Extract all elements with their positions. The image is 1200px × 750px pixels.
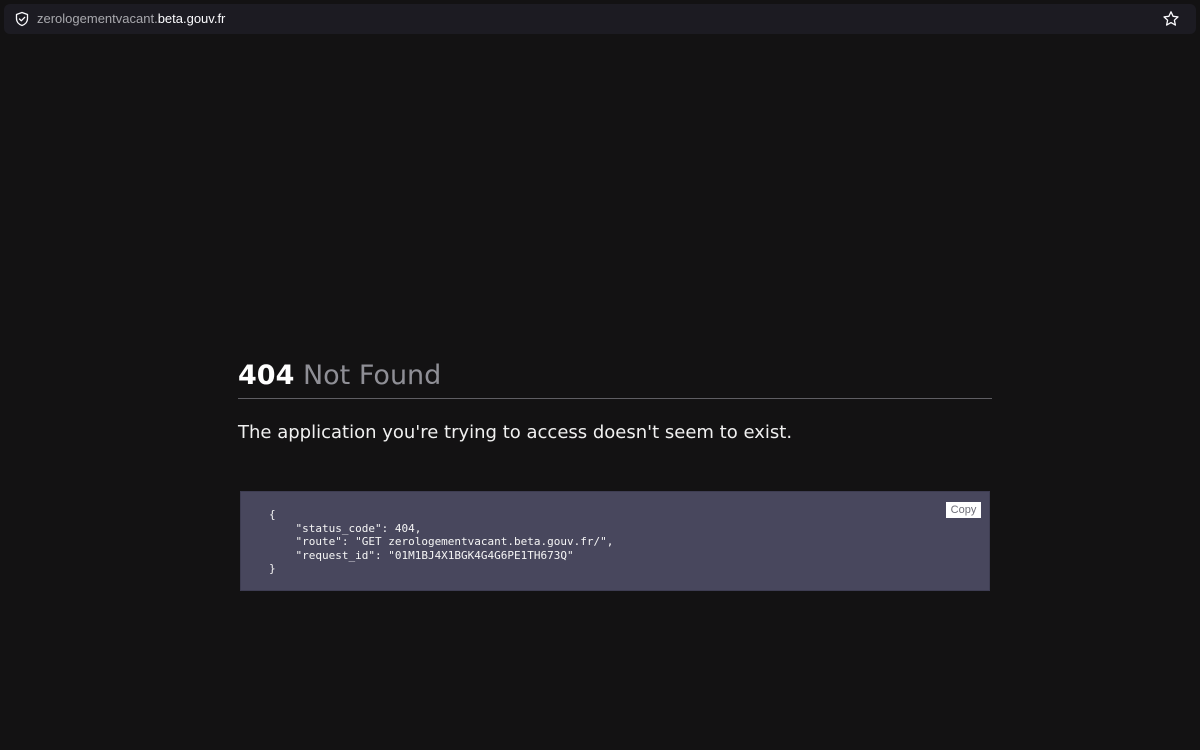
address-bar[interactable]: zerologementvacant.beta.gouv.fr	[4, 4, 1196, 34]
error-status-text: Not Found	[302, 360, 442, 391]
error-heading: 404 Not Found	[238, 356, 992, 399]
error-code: 404	[238, 360, 295, 391]
star-icon[interactable]	[1162, 10, 1180, 28]
url-text[interactable]: zerologementvacant.beta.gouv.fr	[37, 11, 225, 27]
copy-button[interactable]: Copy	[946, 502, 981, 518]
url-domain: beta.gouv.fr	[157, 11, 226, 26]
error-content: 404 Not Found The application you're try…	[238, 356, 992, 447]
error-message: The application you're trying to access …	[238, 422, 793, 443]
shield-icon[interactable]	[14, 11, 30, 27]
error-details-json: { "status_code": 404, "route": "GET zero…	[269, 508, 614, 575]
url-subdomain: zerologementvacant.	[37, 11, 158, 26]
error-details-block: { "status_code": 404, "route": "GET zero…	[240, 491, 990, 591]
